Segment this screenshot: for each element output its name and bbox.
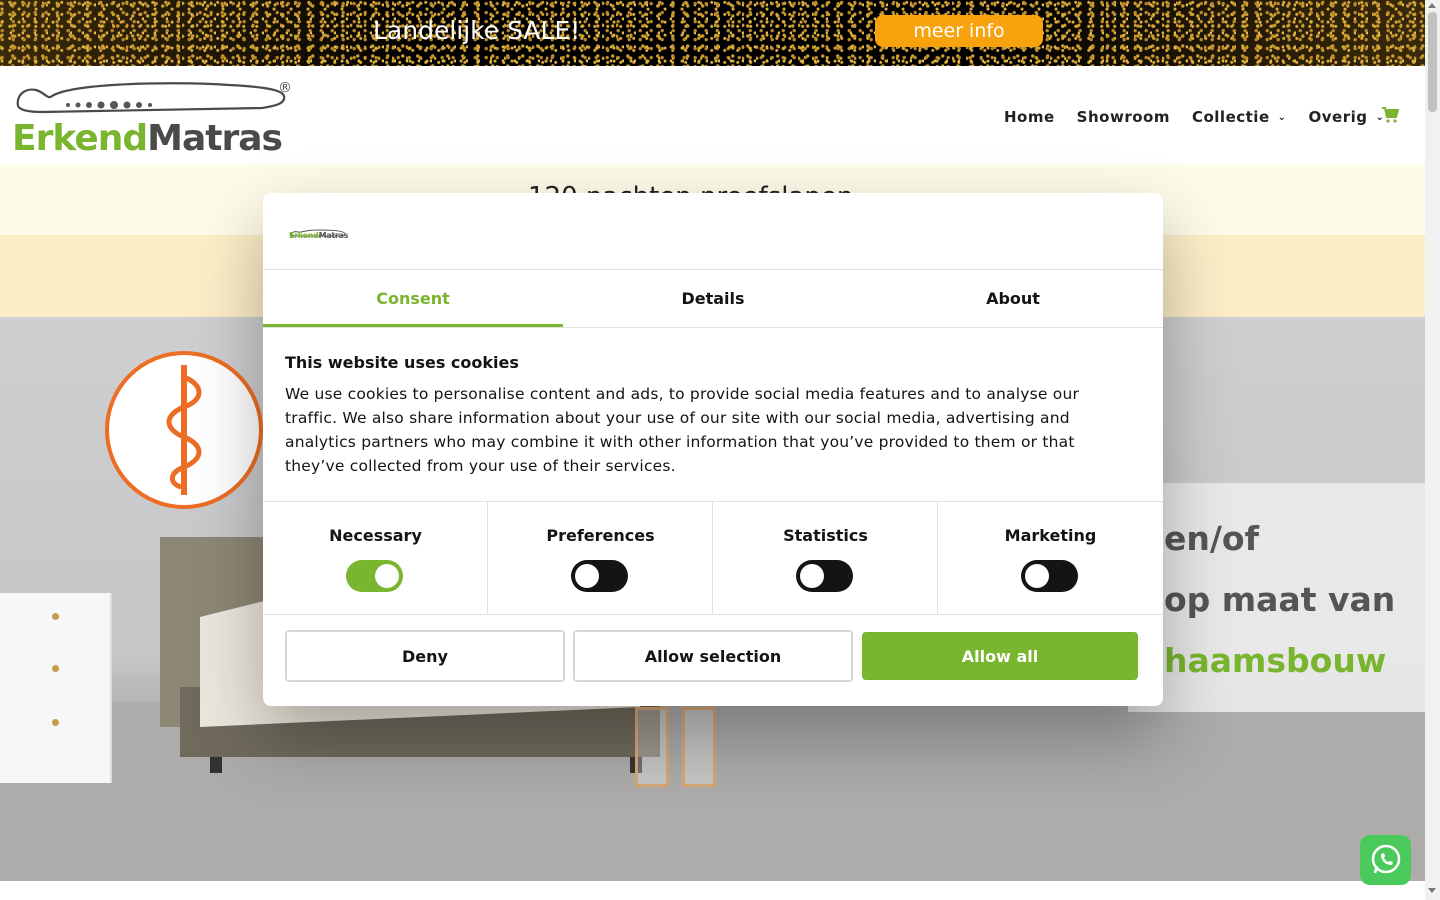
rod-of-asclepius-icon [166,365,202,495]
lantern [682,707,716,787]
scroll-down-arrow-icon[interactable] [1428,888,1436,893]
tab-about[interactable]: About [863,270,1163,327]
cookie-tabs: Consent Details About [263,270,1163,327]
toggle-label: Marketing [1004,526,1097,545]
cookie-dialog-logo: ErkendMatras [289,223,349,243]
cabinet-knob [52,719,59,726]
tab-details[interactable]: Details [563,270,863,327]
medical-badge [105,351,263,509]
allow-all-button[interactable]: Allow all [862,632,1138,680]
toggle-group-statistics: Statistics [713,502,938,614]
divider [263,327,1163,328]
nav-item-overig[interactable]: Overig ⌄ [1309,108,1385,126]
toggle-label: Statistics [783,526,868,545]
deny-button[interactable]: Deny [285,630,565,682]
toggle-knob [1025,564,1049,588]
toggle-group-necessary: Necessary [263,502,488,614]
tab-consent[interactable]: Consent [263,270,563,327]
chevron-down-icon: ⌄ [1277,111,1287,123]
site-logo[interactable]: ® ErkendMatras [12,78,302,159]
nav-item-showroom[interactable]: Showroom [1077,108,1170,126]
scrollbar-thumb[interactable] [1428,12,1437,112]
cabinet [0,593,112,783]
registered-mark: ® [278,80,292,96]
toggle-label: Necessary [329,526,422,545]
toggle-knob [800,564,824,588]
promo-banner: Landelijke SALE! meer info [0,0,1425,66]
hero-line-2: op maat van [1164,580,1396,619]
toggle-knob [575,564,599,588]
preferences-toggle[interactable] [571,560,628,592]
cabinet-knob [52,613,59,620]
page-scrollbar[interactable] [1425,0,1440,900]
statistics-toggle[interactable] [796,560,853,592]
cookie-heading: This website uses cookies [285,353,519,372]
hero-line-3: haamsbouw [1164,641,1387,680]
nav-item-home[interactable]: Home [1004,108,1055,126]
more-info-button[interactable]: meer info [875,15,1043,47]
whatsapp-button[interactable] [1360,835,1411,885]
divider [263,614,1163,615]
main-nav: Home Showroom Collectie ⌄ Overig ⌄ [1004,108,1406,126]
logo-part1: Erkend [12,118,148,159]
toggle-knob [375,564,399,588]
cabinet-knob [52,665,59,672]
marketing-toggle[interactable] [1021,560,1078,592]
site-header: ® ErkendMatras Home Showroom Collectie ⌄ … [0,66,1425,165]
nav-item-collectie[interactable]: Collectie ⌄ [1192,108,1287,126]
allow-selection-button[interactable]: Allow selection [573,630,853,682]
cookie-consent-dialog: ErkendMatras Consent Details About This … [263,193,1163,706]
logo-text: ErkendMatras [12,118,283,159]
cookie-description: We use cookies to personalise content an… [285,385,1080,475]
whatsapp-icon [1371,844,1400,874]
hero-line-1: en/of [1164,519,1259,558]
cookie-category-toggles: Necessary Preferences Statistics Marketi… [263,502,1163,614]
toggle-group-marketing: Marketing [938,502,1163,614]
cookie-logo-text: ErkendMatras [289,231,349,240]
promo-title: Landelijke SALE! [373,16,581,45]
mattress-logo-icon: ® [16,80,292,114]
cart-icon[interactable] [1381,106,1399,124]
page-bottom [0,881,1425,900]
lantern [635,707,669,787]
scroll-up-arrow-icon[interactable] [1428,3,1436,8]
toggle-label: Preferences [546,526,655,545]
logo-part2: Matras [147,118,283,159]
necessary-toggle[interactable] [346,560,403,592]
toggle-group-preferences: Preferences [488,502,713,614]
